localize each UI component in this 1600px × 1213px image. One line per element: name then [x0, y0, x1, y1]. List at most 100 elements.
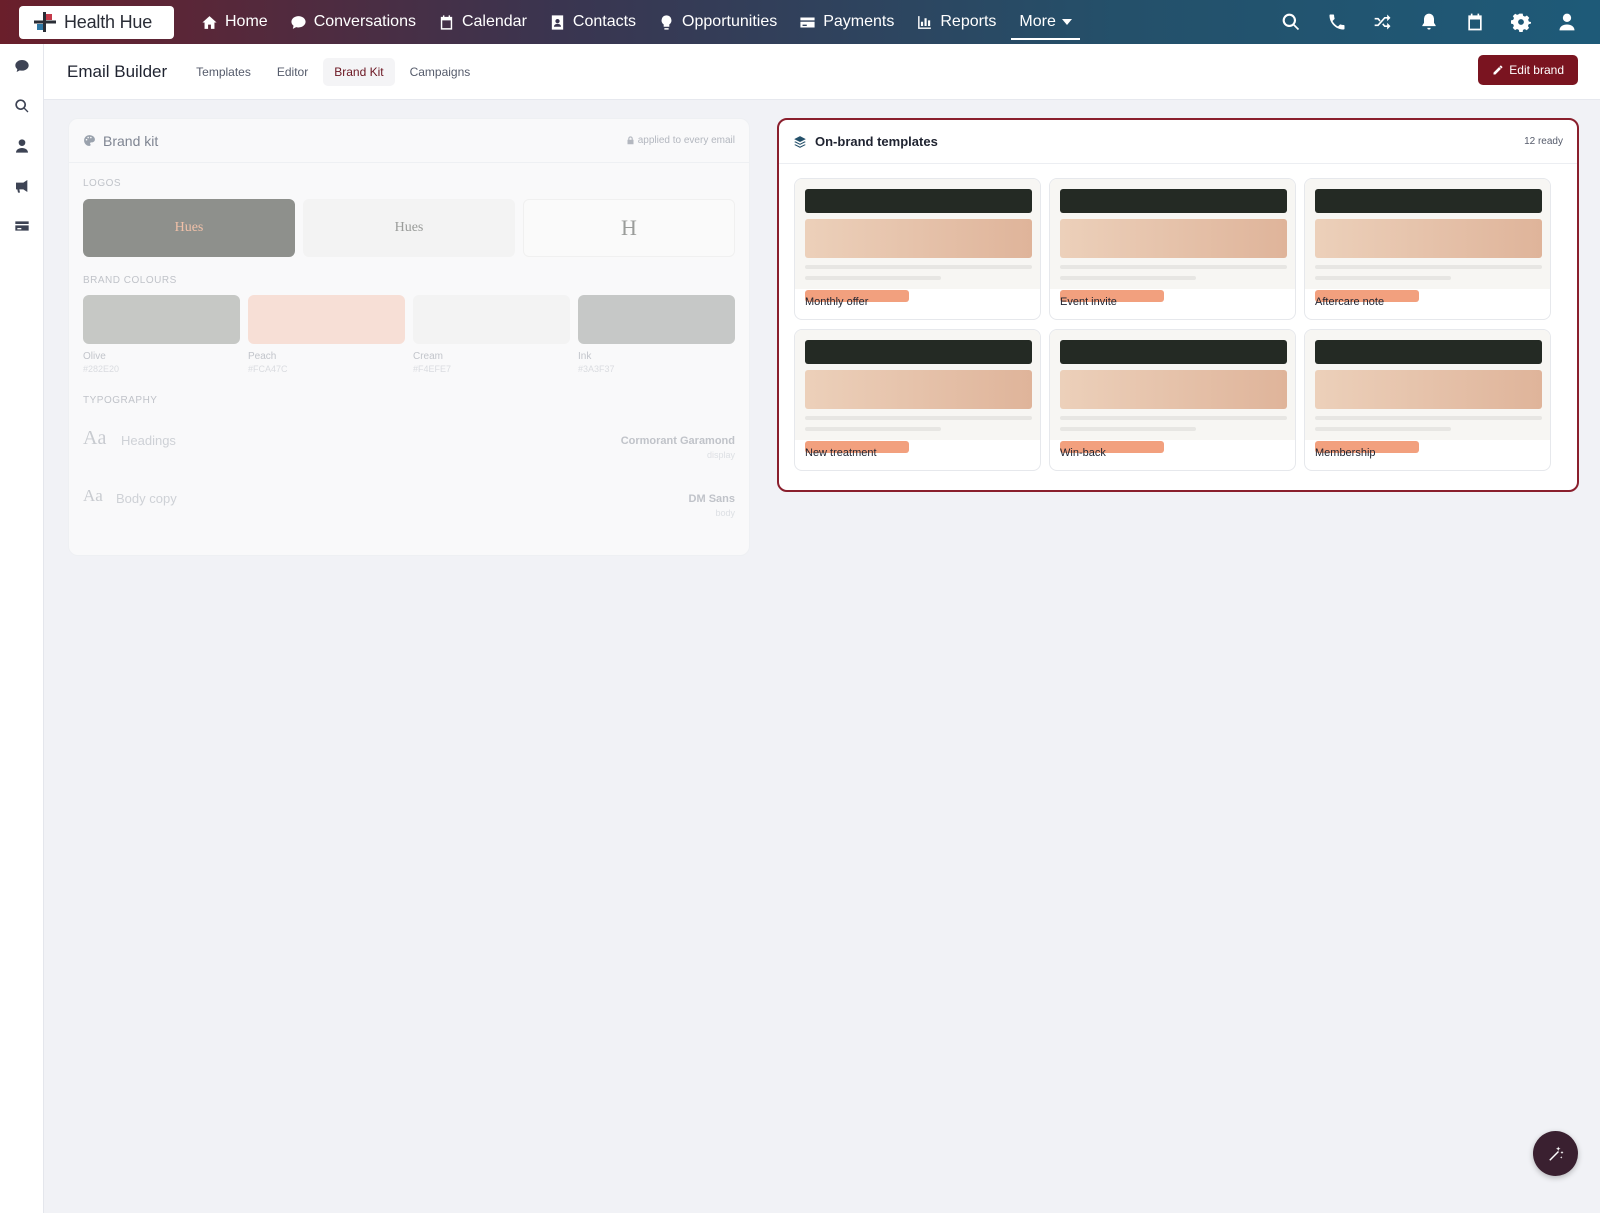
- nav-item-opportunities[interactable]: Opportunities: [647, 0, 788, 44]
- preview-text-line: [1060, 276, 1196, 280]
- template-card[interactable]: Event invite: [1049, 178, 1296, 320]
- preview-text-line: [805, 416, 1032, 420]
- preview-header-bar: [1315, 189, 1542, 213]
- top-utility-icons: [1268, 0, 1590, 44]
- tab-brand-kit[interactable]: Brand Kit: [323, 57, 395, 86]
- edit-brand-button[interactable]: Edit brand: [1478, 55, 1578, 85]
- preview-hero-block: [1315, 370, 1542, 409]
- search-icon: [1282, 13, 1300, 31]
- megaphone-icon: [16, 180, 29, 193]
- brand-logo-button[interactable]: Health Hue: [19, 5, 174, 39]
- nav-item-contacts[interactable]: Contacts: [538, 0, 647, 44]
- templates-title: On-brand templates: [815, 134, 938, 149]
- swatch-hex: #F4EFE7: [413, 364, 452, 374]
- templates-ready-count: 12 ready: [1524, 136, 1563, 147]
- notifications-button[interactable]: [1406, 0, 1452, 44]
- swatch-ink[interactable]: [578, 295, 735, 344]
- type-role: display: [706, 450, 735, 460]
- palette-icon: [84, 135, 95, 146]
- nav-label: More: [1019, 13, 1056, 30]
- chat-icon: [15, 60, 29, 72]
- swatch-hex: #3A3F37: [578, 364, 615, 374]
- tab-campaigns[interactable]: Campaigns: [399, 58, 482, 86]
- phone-button[interactable]: [1314, 0, 1360, 44]
- swatch-cream[interactable]: [413, 295, 570, 344]
- brand-colours-label: BRAND COLOURS: [83, 275, 177, 286]
- type-font-name: DM Sans: [688, 493, 735, 505]
- swatch-peach[interactable]: [248, 295, 405, 344]
- profile-button[interactable]: [1544, 0, 1590, 44]
- nav-item-more[interactable]: More: [1011, 0, 1081, 44]
- brand-logo-mark: [34, 12, 56, 32]
- template-card[interactable]: Membership: [1304, 329, 1551, 471]
- template-card[interactable]: New treatment: [794, 329, 1041, 471]
- calendar-button[interactable]: [1452, 0, 1498, 44]
- tab-editor[interactable]: Editor: [266, 58, 319, 86]
- logo-light-tile[interactable]: Hues: [303, 199, 515, 257]
- credit-card-icon: [15, 221, 29, 231]
- preview-header-bar: [805, 340, 1032, 364]
- nav-item-home[interactable]: Home: [190, 0, 279, 44]
- preview-text-line: [1315, 276, 1451, 280]
- shuffle-icon: [1374, 14, 1391, 30]
- bar-chart-icon: [918, 15, 932, 29]
- logo-mark-tile[interactable]: H: [523, 199, 735, 257]
- phone-icon: [1329, 14, 1345, 30]
- nav-item-reports[interactable]: Reports: [905, 0, 1007, 44]
- typography-row-headings[interactable]: Aa Headings Cormorant Garamond display: [83, 427, 735, 467]
- user-icon: [1559, 13, 1575, 31]
- template-name: New treatment: [805, 447, 877, 459]
- typography-row-body[interactable]: Aa Body copy DM Sans body: [83, 485, 735, 525]
- nav-item-conversations[interactable]: Conversations: [279, 0, 427, 44]
- magic-wand-icon: [1548, 1146, 1563, 1161]
- template-card[interactable]: Win-back: [1049, 329, 1296, 471]
- nav-item-payments[interactable]: Payments: [788, 0, 905, 44]
- preview-header-bar: [805, 189, 1032, 213]
- logo-text: H: [621, 215, 637, 240]
- type-sample: Aa: [83, 486, 103, 505]
- lightbulb-icon: [661, 14, 672, 30]
- applied-note: applied to every email: [626, 135, 735, 146]
- templates-header: On-brand templates 12 ready: [779, 120, 1577, 164]
- preview-header-bar: [1060, 340, 1287, 364]
- swatch-name: Ink: [578, 351, 592, 362]
- template-name: Aftercare note: [1315, 296, 1385, 308]
- type-sample: Aa: [83, 427, 107, 449]
- type-label: Body copy: [116, 491, 177, 506]
- preview-hero-block: [1060, 219, 1287, 258]
- nav-item-calendar[interactable]: Calendar: [427, 0, 538, 44]
- magic-assist-button[interactable]: [1533, 1131, 1578, 1176]
- brand-name: Health Hue: [64, 11, 153, 32]
- preview-text-line: [1315, 265, 1542, 269]
- template-preview: [795, 330, 1040, 440]
- preview-text-line: [1315, 416, 1542, 420]
- rail-marketing[interactable]: [0, 166, 44, 206]
- rail-search[interactable]: [0, 86, 44, 126]
- template-card[interactable]: Monthly offer: [794, 178, 1041, 320]
- tab-templates[interactable]: Templates: [185, 58, 262, 86]
- nav-label: Contacts: [572, 13, 637, 30]
- rail-conversations[interactable]: [0, 46, 44, 86]
- shuffle-button[interactable]: [1360, 0, 1406, 44]
- gear-icon: [1511, 13, 1531, 32]
- template-preview: [1050, 330, 1295, 440]
- lock-icon: [627, 136, 634, 145]
- swatch-name: Peach: [248, 351, 277, 362]
- preview-hero-block: [1315, 219, 1542, 258]
- swatch-name: Olive: [83, 351, 106, 362]
- preview-text-line: [1315, 427, 1451, 431]
- search-button[interactable]: [1268, 0, 1314, 44]
- preview-text-line: [1060, 265, 1287, 269]
- page-title: Email Builder: [67, 61, 168, 81]
- settings-button[interactable]: [1498, 0, 1544, 44]
- logo-dark-tile[interactable]: Hues: [83, 199, 295, 257]
- template-card[interactable]: Aftercare note: [1304, 178, 1551, 320]
- credit-card-icon: [800, 17, 815, 27]
- layers-icon: [794, 135, 806, 148]
- preview-header-bar: [1060, 189, 1287, 213]
- page-header: Email Builder Templates Editor Brand Kit…: [44, 44, 1600, 100]
- swatch-olive[interactable]: [83, 295, 240, 344]
- rail-contacts[interactable]: [0, 126, 44, 166]
- rail-payments[interactable]: [0, 206, 44, 246]
- template-preview: [1050, 179, 1295, 289]
